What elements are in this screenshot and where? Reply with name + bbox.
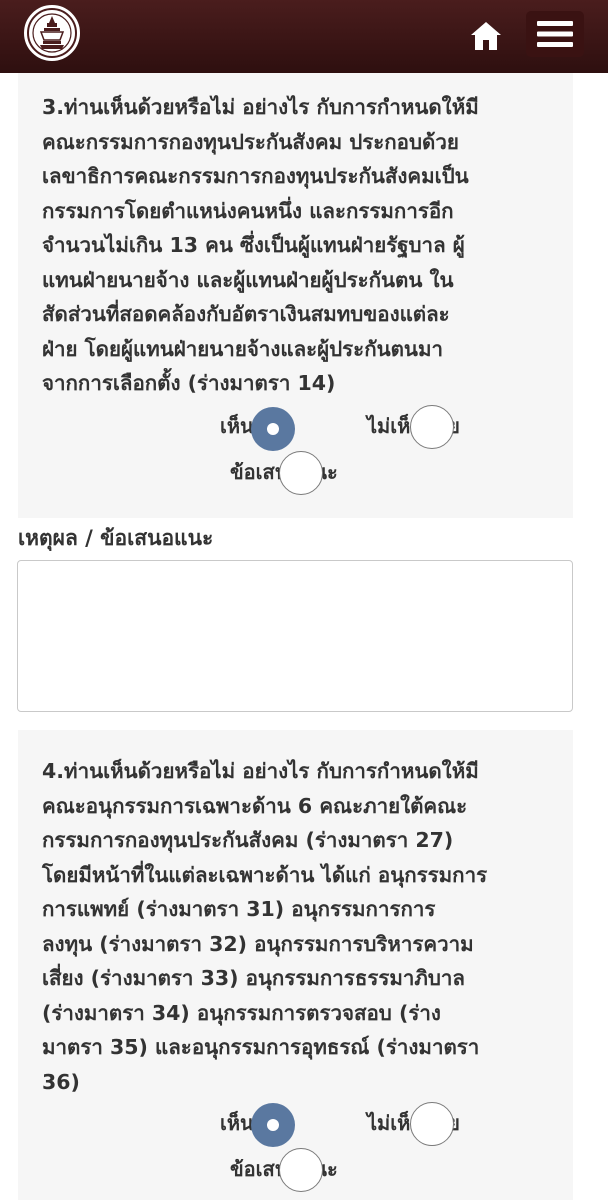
- radio-suggest[interactable]: [279, 1148, 323, 1192]
- question-4-text: 4.ท่านเห็นด้วยหรือไม่ อย่างไร กับการกำหน…: [42, 759, 488, 1094]
- top-navbar: [0, 0, 608, 73]
- question-4-card: 4.ท่านเห็นด้วยหรือไม่ อย่างไร กับการกำหน…: [18, 730, 573, 1200]
- radio-disagree[interactable]: [410, 1102, 454, 1146]
- radio-disagree[interactable]: [410, 405, 454, 449]
- parliament-emblem-icon[interactable]: [24, 5, 80, 61]
- radio-agree[interactable]: [251, 1103, 295, 1147]
- home-icon: [471, 22, 501, 50]
- home-button[interactable]: [464, 14, 508, 58]
- question-3-card: 3.ท่านเห็นด้วยหรือไม่ อย่างไร กับการกำหน…: [18, 73, 573, 518]
- menu-button[interactable]: [526, 11, 584, 57]
- question-3-text: 3.ท่านเห็นด้วยหรือไม่ อย่างไร กับการกำหน…: [42, 95, 479, 395]
- hamburger-menu-icon: [537, 21, 573, 47]
- radio-agree[interactable]: [251, 407, 295, 451]
- reason-label: เหตุผล / ข้อเสนอแนะ: [18, 526, 214, 550]
- reason-textarea[interactable]: [17, 560, 573, 712]
- radio-suggest[interactable]: [279, 451, 323, 495]
